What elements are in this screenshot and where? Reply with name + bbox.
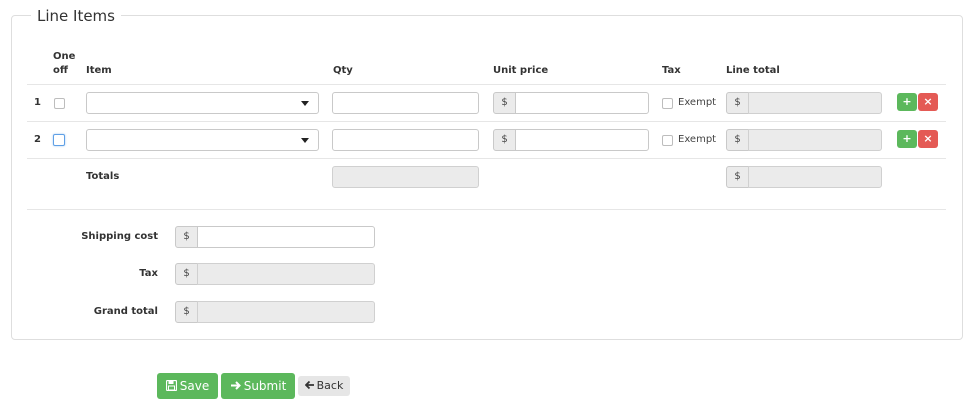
header-item: Item: [86, 65, 112, 76]
submit-label: Submit: [243, 379, 287, 393]
remove-row-button[interactable]: ×: [918, 93, 938, 111]
row-divider: [27, 121, 946, 122]
caret-down-icon: [301, 101, 309, 106]
add-row-button[interactable]: +: [897, 93, 917, 111]
currency-addon: $: [726, 129, 749, 151]
header-line-total: Line total: [726, 65, 780, 76]
currency-addon: $: [175, 263, 198, 285]
save-button[interactable]: Save: [157, 373, 218, 399]
back-button[interactable]: Back: [298, 376, 350, 396]
line-total-input: [748, 92, 882, 114]
currency-addon: $: [175, 301, 198, 323]
totals-label: Totals: [86, 171, 120, 182]
currency-addon: $: [726, 92, 749, 114]
remove-row-button[interactable]: ×: [918, 130, 938, 148]
grand-total-label: Grand total: [93, 306, 158, 317]
tax-exempt-checkbox[interactable]: [662, 98, 673, 109]
row-divider: [27, 158, 946, 159]
shipping-cost-label: Shipping cost: [81, 231, 158, 242]
caret-down-icon: [301, 138, 309, 143]
unit-price-input[interactable]: [515, 129, 649, 151]
floppy-disk-icon: [165, 379, 177, 392]
save-label: Save: [179, 379, 210, 393]
back-label: Back: [316, 379, 344, 392]
tax-exempt-label: Exempt: [678, 97, 717, 108]
tax-input: [197, 263, 375, 285]
arrow-left-icon: [304, 380, 314, 390]
item-select[interactable]: [86, 92, 319, 114]
line-total-input: [748, 129, 882, 151]
currency-addon: $: [493, 92, 516, 114]
summary-divider: [27, 209, 946, 210]
tax-label: Tax: [139, 268, 158, 279]
qty-input[interactable]: [332, 129, 479, 151]
line-items-legend: Line Items: [31, 6, 121, 26]
currency-addon: $: [175, 226, 198, 248]
header-one-off: One off: [53, 51, 76, 76]
one-off-checkbox[interactable]: [54, 98, 65, 109]
currency-addon: $: [493, 129, 516, 151]
row-number: 2: [34, 134, 41, 145]
qty-total-input: [332, 166, 479, 188]
header-divider: [27, 84, 946, 85]
currency-addon: $: [726, 166, 749, 188]
unit-price-input[interactable]: [515, 92, 649, 114]
one-off-checkbox[interactable]: [53, 134, 65, 146]
qty-input[interactable]: [332, 92, 479, 114]
tax-exempt-label: Exempt: [678, 134, 717, 145]
submit-button[interactable]: Submit: [221, 373, 295, 399]
arrow-right-icon: [230, 381, 241, 390]
header-tax: Tax: [662, 65, 681, 76]
header-qty: Qty: [333, 65, 353, 76]
add-row-button[interactable]: +: [897, 130, 917, 148]
item-select[interactable]: [86, 129, 319, 151]
grand-total-input: [197, 301, 375, 323]
shipping-cost-input[interactable]: [197, 226, 375, 248]
tax-exempt-checkbox[interactable]: [662, 135, 673, 146]
row-number: 1: [34, 97, 41, 108]
line-total-sum-input: [748, 166, 882, 188]
header-unit-price: Unit price: [493, 65, 549, 76]
